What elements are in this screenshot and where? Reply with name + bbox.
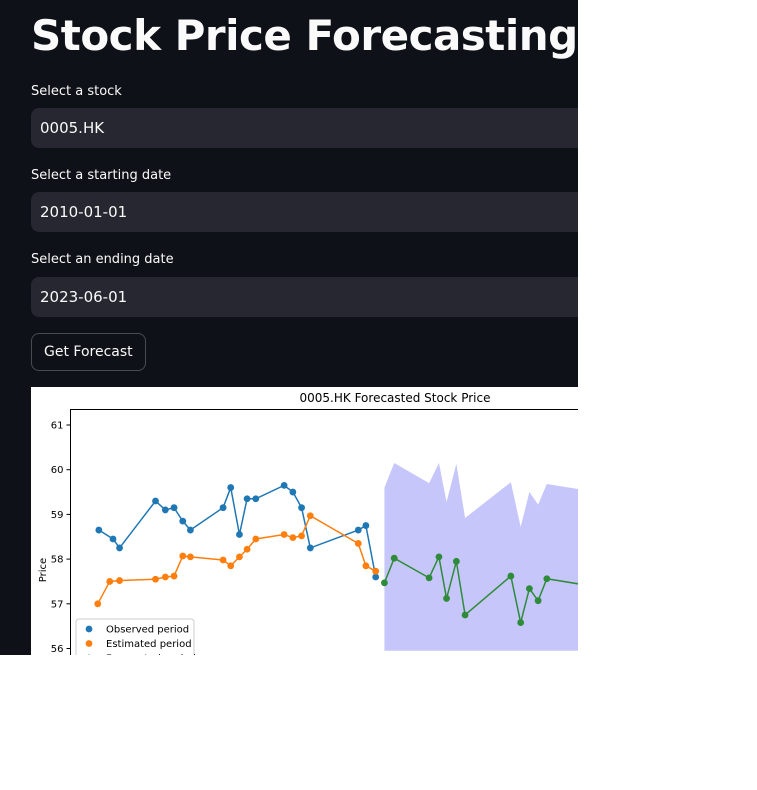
estimated-period-point <box>106 578 114 585</box>
observed-period-point <box>252 495 260 503</box>
forecasted-period-point <box>543 575 551 583</box>
estimated-period-point <box>354 540 362 547</box>
chart-title: 0005.HK Forecasted Stock Price <box>300 391 491 405</box>
estimated-period-point <box>289 534 297 542</box>
estimated-period-point <box>372 567 380 575</box>
forecasted-period-point <box>461 611 469 619</box>
observed-period-point <box>109 535 117 543</box>
estimated-period-point <box>306 512 314 520</box>
y-tick-label: 61 <box>51 421 64 432</box>
estimated-period-point <box>152 575 159 583</box>
observed-period-point <box>179 517 187 525</box>
forecasted-period-point <box>425 574 433 582</box>
forecasted-period-point <box>507 572 515 580</box>
end-date-input[interactable] <box>31 277 578 317</box>
y-tick-label: 56 <box>51 644 64 655</box>
y-tick-label: 58 <box>51 555 64 566</box>
forecasted-period-point <box>525 585 533 593</box>
forecasted-period-point <box>435 553 443 561</box>
forecasted-period-legend-label: Forecasted period <box>106 654 196 656</box>
observed-period-point <box>95 526 103 534</box>
observed-period-point <box>372 573 380 581</box>
estimated-period-point <box>252 535 260 543</box>
observed-period-point <box>152 497 159 505</box>
start-date-label: Select a starting date <box>31 168 172 183</box>
forecasted-period-point <box>381 579 388 587</box>
estimated-period-point <box>161 573 169 581</box>
y-axis-label: Price <box>38 558 49 582</box>
observed-period-point <box>187 526 194 534</box>
observed-period-point <box>243 495 251 503</box>
forecasted-period-point <box>517 619 525 626</box>
forecasted-period-point <box>534 597 542 605</box>
estimated-period-point <box>187 553 194 561</box>
forecast-chart: 56 57 58 59 60 61 0005.HK Forecasted Stock Pr… <box>31 387 578 655</box>
y-tick-label: 57 <box>51 599 64 610</box>
stock-select-label: Select a stock <box>31 84 122 99</box>
observed-period-legend-label: Observed period <box>106 625 189 636</box>
observed-period-legend-marker <box>85 625 93 633</box>
page-title: Stock Price Forecasting using <box>31 11 578 60</box>
forecast-chart-svg: 56 57 58 59 60 61 0005.HK Forecasted Stock Pr… <box>31 387 578 655</box>
app-viewport: Stock Price Forecasting using Select a s… <box>0 0 578 655</box>
stock-input[interactable] <box>31 108 578 148</box>
estimated-period-point <box>94 600 102 608</box>
observed-period-point <box>362 522 370 529</box>
observed-period-point <box>354 526 362 534</box>
observed-period-point <box>170 504 178 512</box>
observed-period-point <box>161 506 169 514</box>
estimated-period-point <box>170 572 178 580</box>
forecasted-period-point <box>452 557 460 565</box>
observed-period-point <box>236 531 243 538</box>
forecasted-period-point <box>443 595 450 602</box>
estimated-period-point <box>236 553 243 561</box>
observed-period-point <box>219 504 227 512</box>
observed-period-point <box>280 481 288 489</box>
estimated-period-point <box>116 577 123 584</box>
estimated-period-point <box>362 562 370 570</box>
start-date-input[interactable] <box>31 192 578 232</box>
forecasted-period-point <box>390 554 398 562</box>
observed-period-point <box>306 544 314 552</box>
estimated-period-legend-marker <box>85 640 93 647</box>
estimated-period-point <box>243 545 251 553</box>
estimated-period-point <box>298 532 305 540</box>
y-tick-label: 60 <box>51 465 64 476</box>
estimated-period-point <box>219 556 227 564</box>
estimated-period-point <box>227 562 235 570</box>
observed-period-point <box>227 484 235 491</box>
estimated-period-legend-label: Estimated period <box>106 639 192 650</box>
estimated-period-point <box>179 552 187 560</box>
observed-period-point <box>289 488 297 496</box>
end-date-label: Select an ending date <box>31 252 174 267</box>
observed-period-point <box>116 544 123 552</box>
observed-period-point <box>298 504 305 512</box>
estimated-period-point <box>280 531 288 538</box>
y-tick-label: 59 <box>51 510 64 521</box>
get-forecast-button[interactable]: Get Forecast <box>31 333 146 371</box>
chart-legend: Observed period Estimated period Forecaste… <box>75 618 196 656</box>
